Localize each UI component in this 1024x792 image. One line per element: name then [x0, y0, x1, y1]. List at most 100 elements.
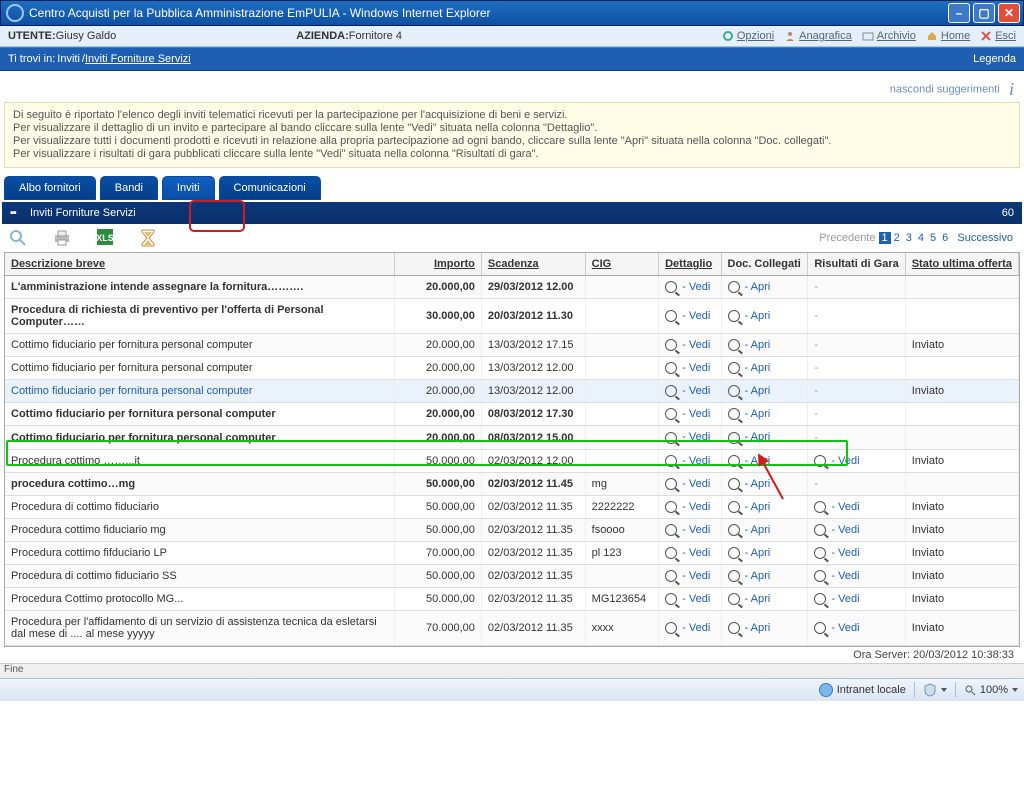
link-opzioni[interactable]: Opzioni: [722, 30, 774, 42]
apri-link[interactable]: - Apri: [728, 455, 771, 467]
apri-link[interactable]: - Apri: [728, 408, 771, 420]
pager-page-6[interactable]: 6: [939, 232, 951, 244]
cell-cig: fsoooo: [585, 518, 658, 541]
cell-stato: Inviato: [905, 495, 1018, 518]
magnifier-icon: [665, 455, 677, 467]
fine-bar: Fine: [0, 663, 1024, 678]
col-cig[interactable]: CIG: [585, 253, 658, 276]
cell-stato: [905, 357, 1018, 380]
magnifier-icon: [728, 281, 740, 293]
close-button[interactable]: ✕: [998, 3, 1020, 23]
minimize-button[interactable]: –: [948, 3, 970, 23]
link-archivio[interactable]: Archivio: [862, 30, 916, 42]
maximize-button[interactable]: ▢: [973, 3, 995, 23]
table-row: Cottimo fiduciario per fornitura persona…: [5, 380, 1019, 403]
cell-doc: - Apri: [721, 334, 808, 357]
apri-link[interactable]: - Apri: [728, 524, 771, 536]
cell-risultati: - Vedi: [808, 565, 905, 588]
vedi-link[interactable]: - Vedi: [665, 310, 710, 322]
vedi-link[interactable]: - Vedi: [665, 385, 710, 397]
magnifier-icon: [728, 570, 740, 582]
search-icon[interactable]: [8, 228, 28, 248]
cell-cig: xxxx: [585, 611, 658, 646]
vedi-risultati-link[interactable]: - Vedi: [814, 524, 859, 536]
tab-comunicazioni[interactable]: Comunicazioni: [219, 176, 321, 200]
vedi-link[interactable]: - Vedi: [665, 431, 710, 443]
cell-importo: 50.000,00: [395, 449, 482, 472]
tab-albo-fornitori[interactable]: Albo fornitori: [4, 176, 96, 200]
info-line: Per visualizzare tutti i documenti prodo…: [13, 135, 1011, 148]
magnifier-icon: [665, 570, 677, 582]
vedi-link[interactable]: - Vedi: [665, 524, 710, 536]
cell-cig: [585, 403, 658, 426]
vedi-link[interactable]: - Vedi: [665, 570, 710, 582]
vedi-link[interactable]: - Vedi: [665, 547, 710, 559]
breadcrumb-leaf[interactable]: Inviti Forniture Servizi: [85, 53, 191, 65]
vedi-link[interactable]: - Vedi: [665, 455, 710, 467]
vedi-link[interactable]: - Vedi: [665, 622, 710, 634]
apri-link[interactable]: - Apri: [728, 593, 771, 605]
apri-link[interactable]: - Apri: [728, 281, 771, 293]
col-importo[interactable]: Importo: [395, 253, 482, 276]
cell-cig: [585, 380, 658, 403]
cell-scadenza: 02/03/2012 11.35: [481, 541, 585, 564]
status-zoom[interactable]: 100%: [964, 684, 1018, 696]
magnifier-icon: [814, 501, 826, 513]
vedi-link[interactable]: - Vedi: [665, 593, 710, 605]
vedi-link[interactable]: - Vedi: [665, 478, 710, 490]
vedi-link[interactable]: - Vedi: [665, 339, 710, 351]
status-protection[interactable]: [923, 683, 947, 697]
cell-risultati: -: [808, 472, 905, 495]
vedi-link[interactable]: - Vedi: [665, 408, 710, 420]
cell-cig: [585, 357, 658, 380]
print-icon[interactable]: [52, 228, 72, 248]
cell-stato: [905, 472, 1018, 495]
tab-bandi[interactable]: Bandi: [100, 176, 158, 200]
cell-importo: 20.000,00: [395, 426, 482, 449]
apri-link[interactable]: - Apri: [728, 362, 771, 374]
tab-inviti[interactable]: Inviti: [162, 176, 215, 200]
col-scadenza[interactable]: Scadenza: [481, 253, 585, 276]
vedi-risultati-link[interactable]: - Vedi: [814, 547, 859, 559]
vedi-risultati-link[interactable]: - Vedi: [814, 570, 859, 582]
link-esci[interactable]: Esci: [980, 30, 1016, 42]
link-home[interactable]: Home: [926, 30, 970, 42]
apri-link[interactable]: - Apri: [728, 570, 771, 582]
cell-dettaglio: - Vedi: [659, 541, 721, 564]
pager-page-1[interactable]: 1: [879, 232, 891, 244]
hide-tips-link[interactable]: nascondi suggerimenti: [890, 83, 1000, 95]
apri-link[interactable]: - Apri: [728, 622, 771, 634]
apri-link[interactable]: - Apri: [728, 547, 771, 559]
cell-stato: Inviato: [905, 611, 1018, 646]
magnifier-icon: [814, 455, 826, 467]
pager-page-2[interactable]: 2: [891, 232, 903, 244]
pager-page-4[interactable]: 4: [915, 232, 927, 244]
vedi-risultati-link[interactable]: - Vedi: [814, 593, 859, 605]
vedi-link[interactable]: - Vedi: [665, 501, 710, 513]
vedi-risultati-link[interactable]: - Vedi: [814, 455, 859, 467]
pager-page-5[interactable]: 5: [927, 232, 939, 244]
vedi-link[interactable]: - Vedi: [665, 281, 710, 293]
pager-next[interactable]: Successivo: [954, 232, 1016, 244]
status-bar: Intranet locale 100%: [0, 678, 1024, 701]
apri-link[interactable]: - Apri: [728, 310, 771, 322]
apri-link[interactable]: - Apri: [728, 478, 771, 490]
cell-dettaglio: - Vedi: [659, 518, 721, 541]
col-dettaglio[interactable]: Dettaglio: [659, 253, 721, 276]
col-stato[interactable]: Stato ultima offerta: [905, 253, 1018, 276]
vedi-risultati-link[interactable]: - Vedi: [814, 501, 859, 513]
vedi-risultati-link[interactable]: - Vedi: [814, 622, 859, 634]
vedi-link[interactable]: - Vedi: [665, 362, 710, 374]
excel-icon[interactable]: XLS: [96, 228, 116, 248]
hourglass-icon[interactable]: [140, 228, 160, 248]
pager-page-3[interactable]: 3: [903, 232, 915, 244]
link-anagrafica[interactable]: Anagrafica: [784, 30, 852, 42]
col-descrizione[interactable]: Descrizione breve: [5, 253, 395, 276]
apri-link[interactable]: - Apri: [728, 385, 771, 397]
apri-link[interactable]: - Apri: [728, 339, 771, 351]
cell-stato: Inviato: [905, 541, 1018, 564]
legenda-link[interactable]: Legenda: [973, 53, 1016, 65]
apri-link[interactable]: - Apri: [728, 501, 771, 513]
apri-link[interactable]: - Apri: [728, 431, 771, 443]
pager: Precedente 123456 Successivo: [819, 232, 1016, 244]
